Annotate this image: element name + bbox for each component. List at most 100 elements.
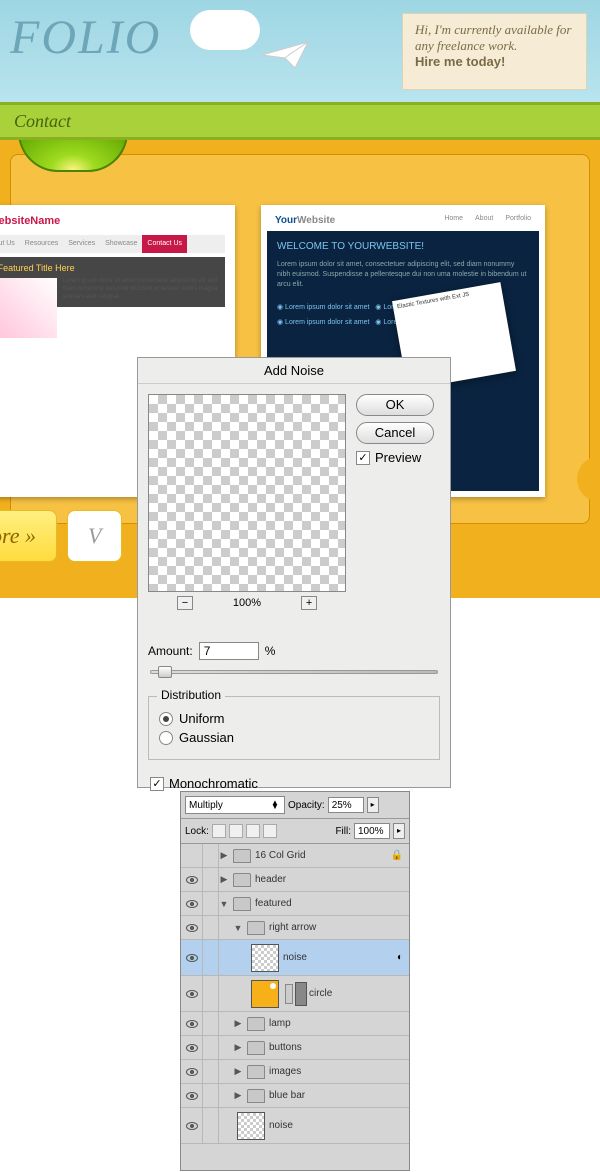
sticky-note[interactable]: Hi, I'm currently available for any free… <box>402 13 587 90</box>
folder-icon <box>247 1041 265 1055</box>
visibility-toggle[interactable] <box>181 868 203 891</box>
layer-name[interactable]: noise <box>269 1120 293 1131</box>
amount-input[interactable] <box>199 642 259 660</box>
sticky-text: Hi, I'm currently available for any free… <box>415 22 571 53</box>
disclosure-arrow[interactable]: ▶ <box>233 1090 243 1101</box>
layer-row[interactable]: ▶ 16 Col Grid 🔒 <box>181 844 409 868</box>
folder-icon <box>247 921 265 935</box>
layer-name[interactable]: lamp <box>269 1018 291 1029</box>
lock-all-icon[interactable] <box>263 824 277 838</box>
more-button[interactable]: ore » <box>0 510 57 562</box>
gaussian-radio[interactable] <box>159 731 173 745</box>
noise-preview[interactable] <box>148 394 346 592</box>
eye-icon <box>186 900 198 908</box>
disclosure-arrow[interactable]: ▶ <box>219 850 229 861</box>
lock-transparency-icon[interactable] <box>212 824 226 838</box>
disclosure-arrow[interactable]: ▼ <box>233 923 243 933</box>
visibility-toggle[interactable] <box>181 1084 203 1107</box>
fill-dropdown[interactable]: ▸ <box>393 823 405 839</box>
fill-label: Fill: <box>335 826 351 837</box>
layer-row[interactable]: ▼ right arrow <box>181 916 409 940</box>
layer-row[interactable]: ▶ lamp <box>181 1012 409 1036</box>
zoom-out-button[interactable]: − <box>177 596 193 610</box>
layer-row[interactable]: ▶ buttons <box>181 1036 409 1060</box>
layer-marker-icon: ◐ <box>397 952 403 963</box>
layer-name[interactable]: buttons <box>269 1042 302 1053</box>
layer-mask[interactable] <box>295 982 307 1006</box>
visibility-toggle[interactable] <box>181 892 203 915</box>
slider-thumb[interactable] <box>158 666 172 678</box>
eye-icon <box>186 1044 198 1052</box>
disclosure-arrow[interactable]: ▼ <box>219 899 229 909</box>
disclosure-arrow[interactable]: ▶ <box>219 874 229 885</box>
layer-row[interactable]: ▶ blue bar <box>181 1084 409 1108</box>
blend-mode-select[interactable]: Multiply▲▼ <box>185 796 285 814</box>
disclosure-arrow[interactable]: ▶ <box>233 1018 243 1029</box>
monochromatic-checkbox[interactable]: ✓ <box>150 777 164 791</box>
view-button[interactable]: V <box>67 510 122 562</box>
amount-slider[interactable] <box>150 670 438 680</box>
ok-button[interactable]: OK <box>356 394 434 416</box>
layer-row[interactable]: noise ◐ <box>181 940 409 976</box>
layer-name[interactable]: header <box>255 874 286 885</box>
layer-thumbnail[interactable] <box>251 944 279 972</box>
hire-cta[interactable]: Hire me today! <box>415 54 505 69</box>
visibility-toggle[interactable] <box>181 976 203 1011</box>
layer-name[interactable]: circle <box>309 988 332 999</box>
thumb2-nav: Portfolio <box>505 215 531 227</box>
folder-icon <box>233 849 251 863</box>
disclosure-arrow[interactable]: ▶ <box>233 1066 243 1077</box>
layer-thumbnail[interactable] <box>237 1112 265 1140</box>
link-column <box>203 1108 219 1143</box>
visibility-toggle[interactable] <box>181 1108 203 1143</box>
lock-position-icon[interactable] <box>246 824 260 838</box>
vector-mask-icon[interactable] <box>285 984 293 1004</box>
zoom-value: 100% <box>233 597 261 609</box>
add-noise-dialog: Add Noise − 100% + OK Cancel ✓ Preview A… <box>137 357 451 788</box>
thumb1-tab: Contact Us <box>142 235 187 253</box>
opacity-input[interactable]: 25% <box>328 797 364 813</box>
dialog-title: Add Noise <box>138 358 450 384</box>
link-column <box>203 1084 219 1107</box>
eye-icon <box>186 954 198 962</box>
layer-name[interactable]: featured <box>255 898 292 909</box>
uniform-radio[interactable] <box>159 712 173 726</box>
layer-row[interactable]: ▶ images <box>181 1060 409 1084</box>
visibility-toggle[interactable] <box>181 1012 203 1035</box>
thumb1-tab: Services <box>63 235 100 253</box>
featured-title: ★ Featured Title Here <box>0 263 219 274</box>
visibility-toggle[interactable] <box>181 1036 203 1059</box>
fill-input[interactable]: 100% <box>354 823 390 839</box>
lock-icon: 🔒 <box>391 850 403 861</box>
zoom-in-button[interactable]: + <box>301 596 317 610</box>
folder-icon <box>247 1089 265 1103</box>
thumb2-name-b: Website <box>297 215 335 226</box>
layer-row[interactable]: ▶ header <box>181 868 409 892</box>
layer-name[interactable]: images <box>269 1066 301 1077</box>
layer-row[interactable]: circle <box>181 976 409 1012</box>
folder-icon <box>233 873 251 887</box>
layer-thumbnail[interactable] <box>251 980 279 1008</box>
layer-name[interactable]: 16 Col Grid <box>255 850 306 861</box>
layer-name[interactable]: noise <box>283 952 307 963</box>
lock-image-icon[interactable] <box>229 824 243 838</box>
eye-icon <box>186 924 198 932</box>
layer-row[interactable]: ▼ featured <box>181 892 409 916</box>
disclosure-arrow[interactable]: ▶ <box>233 1042 243 1053</box>
folder-icon <box>247 1065 265 1079</box>
cancel-button[interactable]: Cancel <box>356 422 434 444</box>
layer-name[interactable]: right arrow <box>269 922 316 933</box>
visibility-toggle[interactable] <box>181 1060 203 1083</box>
opacity-dropdown[interactable]: ▸ <box>367 797 379 813</box>
layer-row[interactable]: noise <box>181 1108 409 1144</box>
preview-checkbox[interactable]: ✓ <box>356 451 370 465</box>
preview-label: Preview <box>375 450 421 465</box>
visibility-toggle[interactable] <box>181 940 203 975</box>
layer-name[interactable]: blue bar <box>269 1090 305 1101</box>
lock-label: Lock: <box>185 826 209 837</box>
nav-item-contact[interactable]: Contact <box>14 111 71 131</box>
link-column <box>203 940 219 975</box>
layers-panel: Multiply▲▼ Opacity: 25% ▸ Lock: Fill: 10… <box>180 791 410 1171</box>
visibility-toggle[interactable] <box>181 844 203 867</box>
visibility-toggle[interactable] <box>181 916 203 939</box>
